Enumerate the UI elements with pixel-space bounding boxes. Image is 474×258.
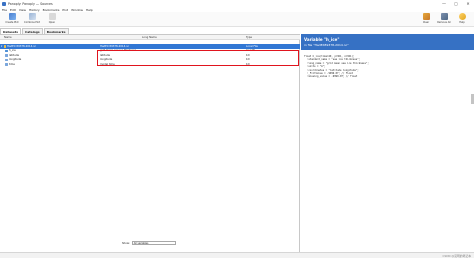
app-icon xyxy=(2,1,6,6)
row-long-name: HadEX 89378-2014.nc xyxy=(100,44,130,48)
remove-all-button[interactable]: Remove All xyxy=(434,13,454,26)
help-label: Help xyxy=(459,21,465,24)
help-button[interactable]: Help xyxy=(452,13,472,26)
geo2d-variable-icon xyxy=(5,49,8,52)
1d-variable-icon xyxy=(5,54,8,57)
toolbar: Create Plot Combine Plot Open Clear Remo… xyxy=(0,12,474,27)
menu-plot[interactable]: Plot xyxy=(62,8,68,12)
status-bar: CSDN @吴明的笔记本 xyxy=(0,252,474,258)
chart-icon xyxy=(8,13,16,20)
row-type: Local File xyxy=(246,44,258,48)
info-title: Variable "h_ice" xyxy=(304,37,340,42)
maximize-button[interactable]: ▢ xyxy=(450,0,462,7)
show-filter-select[interactable]: All variables xyxy=(131,241,176,245)
create-plot-label: Create Plot xyxy=(5,21,19,24)
open-icon xyxy=(48,13,56,20)
menu-view[interactable]: View xyxy=(19,8,26,12)
info-header: Variable "h_ice" in file "HadEX89378-201… xyxy=(301,34,474,50)
show-filter-label: Show: xyxy=(122,241,130,245)
combine-chart-icon xyxy=(28,13,36,20)
combine-plot-button[interactable]: Combine Plot xyxy=(22,13,42,26)
metadata-line: :missing_value = -9999.0f; // float xyxy=(304,75,358,79)
show-filter-value: All variables xyxy=(133,241,149,245)
clear-button[interactable]: Clear xyxy=(416,13,436,26)
annotation-highlight-box xyxy=(97,50,299,66)
variable-metadata: float h_ice(time=40, y=361, x=361); :sta… xyxy=(304,55,369,79)
dataset-tree-panel: Name Long Name Type ▾ HadEX 89378-2014.n… xyxy=(0,34,300,252)
trash-icon xyxy=(440,13,448,20)
open-button[interactable]: Open xyxy=(42,13,62,26)
title-bar: Panoply: Panoply — Sources — ▢ ✕ xyxy=(0,0,474,7)
column-name[interactable]: Name xyxy=(4,36,12,39)
row-name: h_ice xyxy=(9,49,16,52)
window-controls: — ▢ ✕ xyxy=(438,0,474,7)
help-icon xyxy=(458,13,466,20)
file-icon xyxy=(3,45,6,48)
row-name: time xyxy=(9,62,15,66)
row-name: HadEX 89378-2014.nc xyxy=(7,44,37,48)
window-title: Panoply: Panoply — Sources xyxy=(8,1,53,6)
column-long-name[interactable]: Long Name xyxy=(142,36,157,39)
broom-icon xyxy=(422,13,430,20)
menu-file[interactable]: File xyxy=(2,8,7,12)
menu-window[interactable]: Window xyxy=(71,8,83,12)
menu-history[interactable]: History xyxy=(29,8,40,12)
menu-help[interactable]: Help xyxy=(86,8,93,12)
menu-edit[interactable]: Edit xyxy=(10,8,16,12)
combine-plot-label: Combine Plot xyxy=(24,21,40,24)
info-subtitle: in file "HadEX89378-2014.nc" xyxy=(304,43,349,47)
watermark-text: CSDN @吴明的笔记本 xyxy=(442,253,471,258)
clear-label: Clear xyxy=(422,21,430,24)
remove-all-label: Remove All xyxy=(437,21,451,24)
row-name: latitude xyxy=(9,53,19,57)
open-label: Open xyxy=(48,21,56,24)
expand-toggle-icon[interactable]: ▾ xyxy=(1,45,2,48)
row-name: longitude xyxy=(9,58,22,61)
column-header: Name Long Name Type xyxy=(0,35,300,40)
menu-bookmarks[interactable]: Bookmarks xyxy=(43,8,60,12)
1d-variable-icon xyxy=(5,58,8,61)
show-filter: Show: All variables xyxy=(122,241,176,245)
1d-variable-icon xyxy=(5,63,8,66)
minimize-button[interactable]: — xyxy=(438,0,450,7)
close-button[interactable]: ✕ xyxy=(462,0,474,7)
create-plot-button[interactable]: Create Plot xyxy=(2,13,22,26)
variable-info-panel: Variable "h_ice" in file "HadEX89378-201… xyxy=(301,34,474,252)
column-type[interactable]: Type xyxy=(246,36,252,39)
